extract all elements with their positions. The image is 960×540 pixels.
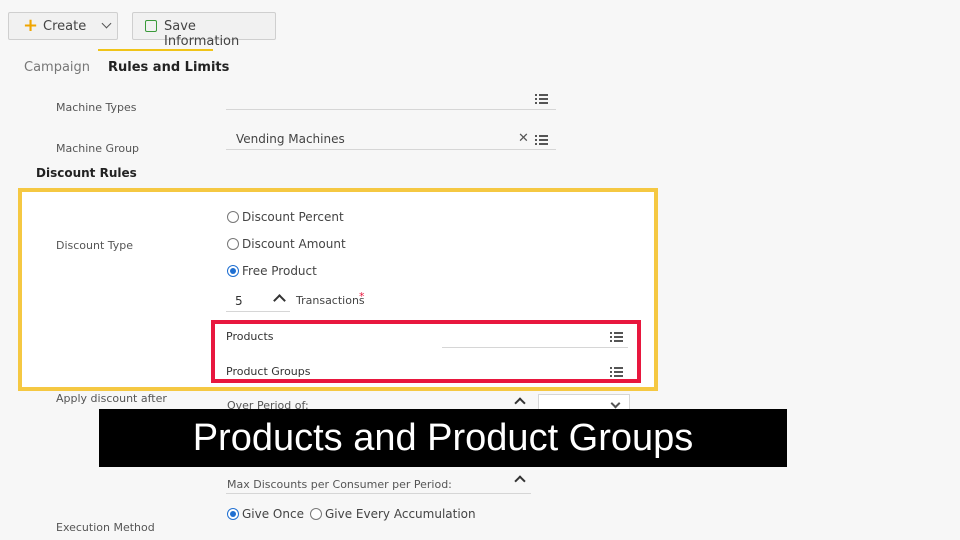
machine-types-field[interactable] [226, 92, 556, 110]
list-icon[interactable] [610, 367, 623, 377]
products-field[interactable] [442, 328, 628, 348]
discount-type-label: Discount Type [56, 239, 134, 252]
transactions-label: Transactions [296, 294, 365, 307]
radio-discount-percent[interactable] [227, 211, 239, 223]
product-groups-label: Product Groups [226, 365, 311, 378]
machine-types-label: Machine Types [56, 101, 137, 114]
caption-box: Products and Product Groups [99, 409, 787, 467]
required-mark: * [359, 290, 365, 303]
chevron-down-icon[interactable] [101, 18, 112, 29]
discount-rules-heading: Discount Rules [36, 166, 137, 180]
radio-give-every-accumulation[interactable] [310, 508, 322, 520]
machine-group-value: Vending Machines [236, 132, 345, 146]
plus-icon: + [23, 15, 39, 36]
machine-group-label: Machine Group [56, 142, 140, 155]
save-information-button[interactable]: Save Information [132, 12, 276, 49]
create-button[interactable]: + Create [8, 12, 118, 40]
discount-amount-label: Discount Amount [242, 237, 346, 251]
radio-discount-amount[interactable] [227, 238, 239, 250]
give-every-accumulation-label: Give Every Accumulation [325, 507, 476, 521]
tab-rules-and-limits[interactable]: Rules and Limits [108, 60, 229, 75]
list-icon[interactable] [535, 135, 548, 145]
radio-give-once[interactable] [227, 508, 239, 520]
caption-text: Products and Product Groups [192, 416, 694, 459]
save-icon [145, 20, 157, 32]
apply-discount-after-label: Apply discount after [56, 392, 167, 405]
products-label: Products [226, 330, 274, 343]
give-once-label: Give Once [242, 507, 304, 521]
save-button-label: Save Information [164, 19, 240, 49]
tab-campaign[interactable]: Campaign [24, 60, 90, 75]
execution-method-label: Execution Method [56, 521, 155, 534]
free-product-label: Free Product [242, 264, 317, 278]
tab-active-indicator [98, 49, 213, 51]
list-icon[interactable] [610, 332, 623, 342]
radio-free-product[interactable] [227, 265, 239, 277]
transactions-value: 5 [235, 294, 243, 308]
chevron-up-icon[interactable] [514, 397, 526, 409]
create-button-label: Create [43, 19, 87, 34]
list-icon[interactable] [535, 94, 548, 104]
discount-percent-label: Discount Percent [242, 210, 344, 224]
clear-icon[interactable]: ✕ [518, 131, 529, 146]
max-discounts-field[interactable] [226, 470, 531, 494]
